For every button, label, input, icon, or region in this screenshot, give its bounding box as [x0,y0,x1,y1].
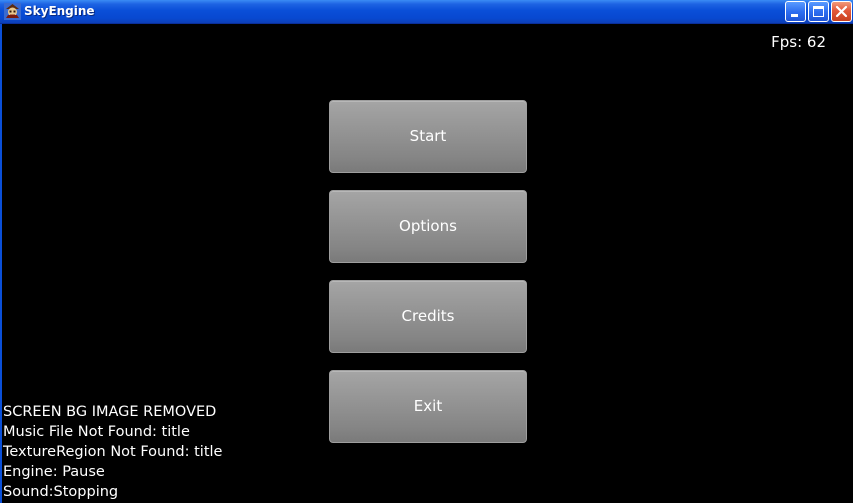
start-button[interactable]: Start [329,100,527,173]
app-window: SkyEngine Fps: 62 Start Options Credits … [0,0,853,503]
maximize-button[interactable] [808,1,829,22]
fps-counter: Fps: 62 [771,33,826,51]
minimize-button[interactable] [785,1,806,22]
debug-line: TextureRegion Not Found: title [3,444,223,460]
options-button[interactable]: Options [329,190,527,263]
debug-line: SCREEN BG IMAGE REMOVED [3,404,217,420]
debug-line: Sound:Stopping [3,484,119,500]
debug-log: SCREEN BG IMAGE REMOVED Music File Not F… [3,402,222,502]
close-button[interactable] [831,1,852,22]
debug-line: Music File Not Found: title [3,424,190,440]
pirate-skull-icon [4,3,21,20]
exit-button[interactable]: Exit [329,370,527,443]
minimize-icon [791,14,798,17]
credits-button[interactable]: Credits [329,280,527,353]
title-bar[interactable]: SkyEngine [0,0,853,24]
maximize-icon [813,6,824,17]
debug-line: Engine: Pause [3,464,105,480]
window-title: SkyEngine [24,4,95,18]
close-icon [835,5,848,18]
